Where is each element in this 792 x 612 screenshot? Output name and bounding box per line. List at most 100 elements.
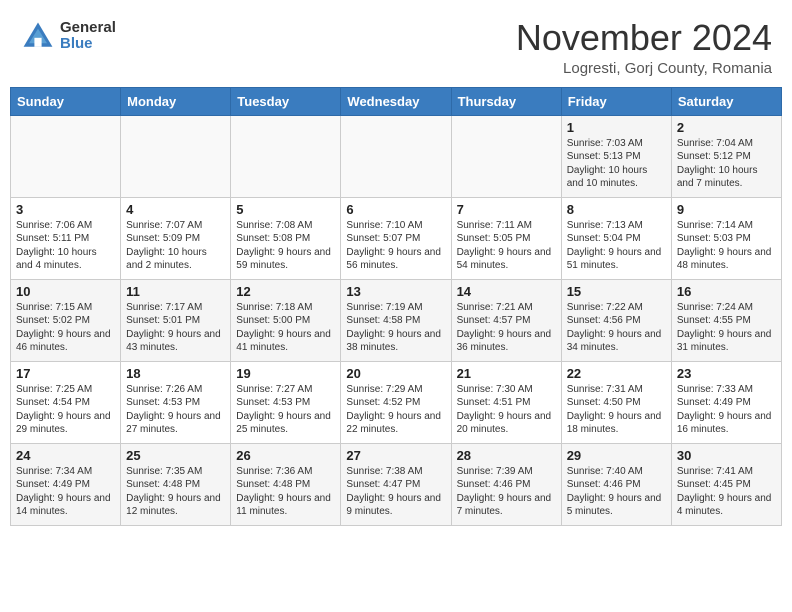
day-number: 15 xyxy=(567,284,666,299)
logo-general-text: General xyxy=(60,20,116,37)
day-number: 2 xyxy=(677,120,776,135)
calendar-cell xyxy=(451,115,561,197)
day-info: Sunrise: 7:38 AMSunset: 4:47 PMDaylight:… xyxy=(346,465,445,519)
calendar-cell: 28 Sunrise: 7:39 AMSunset: 4:46 PMDayligh… xyxy=(451,443,561,525)
day-number: 8 xyxy=(567,202,666,217)
day-info: Sunrise: 7:13 AMSunset: 5:04 PMDaylight:… xyxy=(567,219,666,273)
day-info: Sunrise: 7:27 AMSunset: 4:53 PMDaylight:… xyxy=(236,383,335,437)
col-header-saturday: Saturday xyxy=(671,87,781,115)
day-info: Sunrise: 7:26 AMSunset: 4:53 PMDaylight:… xyxy=(126,383,225,437)
day-info: Sunrise: 7:11 AMSunset: 5:05 PMDaylight:… xyxy=(457,219,556,273)
calendar-cell: 2 Sunrise: 7:04 AMSunset: 5:12 PMDaylight… xyxy=(671,115,781,197)
calendar-cell: 17 Sunrise: 7:25 AMSunset: 4:54 PMDayligh… xyxy=(11,361,121,443)
day-number: 26 xyxy=(236,448,335,463)
day-info: Sunrise: 7:15 AMSunset: 5:02 PMDaylight:… xyxy=(16,301,115,355)
day-info: Sunrise: 7:18 AMSunset: 5:00 PMDaylight:… xyxy=(236,301,335,355)
day-info: Sunrise: 7:04 AMSunset: 5:12 PMDaylight:… xyxy=(677,137,776,191)
day-info: Sunrise: 7:36 AMSunset: 4:48 PMDaylight:… xyxy=(236,465,335,519)
day-number: 19 xyxy=(236,366,335,381)
calendar-cell: 23 Sunrise: 7:33 AMSunset: 4:49 PMDayligh… xyxy=(671,361,781,443)
day-number: 20 xyxy=(346,366,445,381)
calendar-cell xyxy=(341,115,451,197)
day-number: 9 xyxy=(677,202,776,217)
day-info: Sunrise: 7:30 AMSunset: 4:51 PMDaylight:… xyxy=(457,383,556,437)
location: Logresti, Gorj County, Romania xyxy=(516,60,772,77)
day-number: 1 xyxy=(567,120,666,135)
col-header-wednesday: Wednesday xyxy=(341,87,451,115)
calendar-cell: 24Sunrise: 7:34 AMSunset: 4:49 PMDayligh… xyxy=(11,443,121,525)
day-number: 5 xyxy=(236,202,335,217)
calendar-cell xyxy=(11,115,121,197)
day-info: Sunrise: 7:06 AMSunset: 5:11 PMDaylight:… xyxy=(16,219,115,273)
day-number: 11 xyxy=(126,284,225,299)
day-info: Sunrise: 7:08 AMSunset: 5:08 PMDaylight:… xyxy=(236,219,335,273)
calendar-week-3: 10Sunrise: 7:15 AMSunset: 5:02 PMDayligh… xyxy=(11,279,782,361)
calendar-cell xyxy=(121,115,231,197)
day-number: 24 xyxy=(16,448,115,463)
day-number: 28 xyxy=(457,448,556,463)
day-info: Sunrise: 7:40 AMSunset: 4:46 PMDaylight:… xyxy=(567,465,666,519)
calendar-cell: 13Sunrise: 7:19 AMSunset: 4:58 PMDayligh… xyxy=(341,279,451,361)
day-number: 17 xyxy=(16,366,115,381)
calendar-body: 1Sunrise: 7:03 AMSunset: 5:13 PMDaylight… xyxy=(11,115,782,525)
calendar-cell xyxy=(231,115,341,197)
day-info: Sunrise: 7:33 AMSunset: 4:49 PMDaylight:… xyxy=(677,383,776,437)
day-number: 16 xyxy=(677,284,776,299)
calendar-cell: 27 Sunrise: 7:38 AMSunset: 4:47 PMDayligh… xyxy=(341,443,451,525)
col-header-sunday: Sunday xyxy=(11,87,121,115)
page: General Blue November 2024 Logresti, Gor… xyxy=(0,0,792,536)
calendar-cell: 3Sunrise: 7:06 AMSunset: 5:11 PMDaylight… xyxy=(11,197,121,279)
calendar-cell: 14Sunrise: 7:21 AMSunset: 4:57 PMDayligh… xyxy=(451,279,561,361)
day-info: Sunrise: 7:24 AMSunset: 4:55 PMDaylight:… xyxy=(677,301,776,355)
calendar-cell: 29 Sunrise: 7:40 AMSunset: 4:46 PMDayligh… xyxy=(561,443,671,525)
calendar-wrapper: SundayMondayTuesdayWednesdayThursdayFrid… xyxy=(0,87,792,536)
day-number: 7 xyxy=(457,202,556,217)
calendar-cell: 16 Sunrise: 7:24 AMSunset: 4:55 PMDayligh… xyxy=(671,279,781,361)
header: General Blue November 2024 Logresti, Gor… xyxy=(0,0,792,87)
calendar-cell: 25 Sunrise: 7:35 AMSunset: 4:48 PMDayligh… xyxy=(121,443,231,525)
calendar-cell: 9 Sunrise: 7:14 AMSunset: 5:03 PMDaylight… xyxy=(671,197,781,279)
day-info: Sunrise: 7:22 AMSunset: 4:56 PMDaylight:… xyxy=(567,301,666,355)
day-number: 18 xyxy=(126,366,225,381)
calendar-cell: 8 Sunrise: 7:13 AMSunset: 5:04 PMDaylight… xyxy=(561,197,671,279)
day-info: Sunrise: 7:21 AMSunset: 4:57 PMDaylight:… xyxy=(457,301,556,355)
calendar-cell: 30Sunrise: 7:41 AMSunset: 4:45 PMDayligh… xyxy=(671,443,781,525)
day-number: 21 xyxy=(457,366,556,381)
day-info: Sunrise: 7:29 AMSunset: 4:52 PMDaylight:… xyxy=(346,383,445,437)
col-header-friday: Friday xyxy=(561,87,671,115)
day-info: Sunrise: 7:19 AMSunset: 4:58 PMDaylight:… xyxy=(346,301,445,355)
day-info: Sunrise: 7:31 AMSunset: 4:50 PMDaylight:… xyxy=(567,383,666,437)
calendar-cell: 15 Sunrise: 7:22 AMSunset: 4:56 PMDayligh… xyxy=(561,279,671,361)
col-header-tuesday: Tuesday xyxy=(231,87,341,115)
calendar-cell: 4 Sunrise: 7:07 AMSunset: 5:09 PMDaylight… xyxy=(121,197,231,279)
month-title: November 2024 xyxy=(516,18,772,58)
calendar-cell: 1Sunrise: 7:03 AMSunset: 5:13 PMDaylight… xyxy=(561,115,671,197)
title-section: November 2024 Logresti, Gorj County, Rom… xyxy=(516,18,772,77)
day-number: 12 xyxy=(236,284,335,299)
calendar-cell: 22Sunrise: 7:31 AMSunset: 4:50 PMDayligh… xyxy=(561,361,671,443)
calendar-cell: 12 Sunrise: 7:18 AMSunset: 5:00 PMDayligh… xyxy=(231,279,341,361)
calendar-week-4: 17 Sunrise: 7:25 AMSunset: 4:54 PMDayligh… xyxy=(11,361,782,443)
calendar-week-2: 3Sunrise: 7:06 AMSunset: 5:11 PMDaylight… xyxy=(11,197,782,279)
calendar-cell: 6Sunrise: 7:10 AMSunset: 5:07 PMDaylight… xyxy=(341,197,451,279)
day-number: 30 xyxy=(677,448,776,463)
calendar-cell: 11 Sunrise: 7:17 AMSunset: 5:01 PMDayligh… xyxy=(121,279,231,361)
day-info: Sunrise: 7:35 AMSunset: 4:48 PMDaylight:… xyxy=(126,465,225,519)
calendar-cell: 10Sunrise: 7:15 AMSunset: 5:02 PMDayligh… xyxy=(11,279,121,361)
day-info: Sunrise: 7:25 AMSunset: 4:54 PMDaylight:… xyxy=(16,383,115,437)
day-info: Sunrise: 7:07 AMSunset: 5:09 PMDaylight:… xyxy=(126,219,225,273)
day-info: Sunrise: 7:14 AMSunset: 5:03 PMDaylight:… xyxy=(677,219,776,273)
day-number: 27 xyxy=(346,448,445,463)
day-number: 4 xyxy=(126,202,225,217)
day-number: 25 xyxy=(126,448,225,463)
calendar-cell: 7 Sunrise: 7:11 AMSunset: 5:05 PMDaylight… xyxy=(451,197,561,279)
day-info: Sunrise: 7:39 AMSunset: 4:46 PMDaylight:… xyxy=(457,465,556,519)
day-number: 29 xyxy=(567,448,666,463)
day-number: 23 xyxy=(677,366,776,381)
calendar-cell: 20 Sunrise: 7:29 AMSunset: 4:52 PMDayligh… xyxy=(341,361,451,443)
calendar-week-1: 1Sunrise: 7:03 AMSunset: 5:13 PMDaylight… xyxy=(11,115,782,197)
calendar-cell: 26 Sunrise: 7:36 AMSunset: 4:48 PMDayligh… xyxy=(231,443,341,525)
calendar-cell: 5 Sunrise: 7:08 AMSunset: 5:08 PMDaylight… xyxy=(231,197,341,279)
logo: General Blue xyxy=(20,18,116,54)
day-info: Sunrise: 7:17 AMSunset: 5:01 PMDaylight:… xyxy=(126,301,225,355)
